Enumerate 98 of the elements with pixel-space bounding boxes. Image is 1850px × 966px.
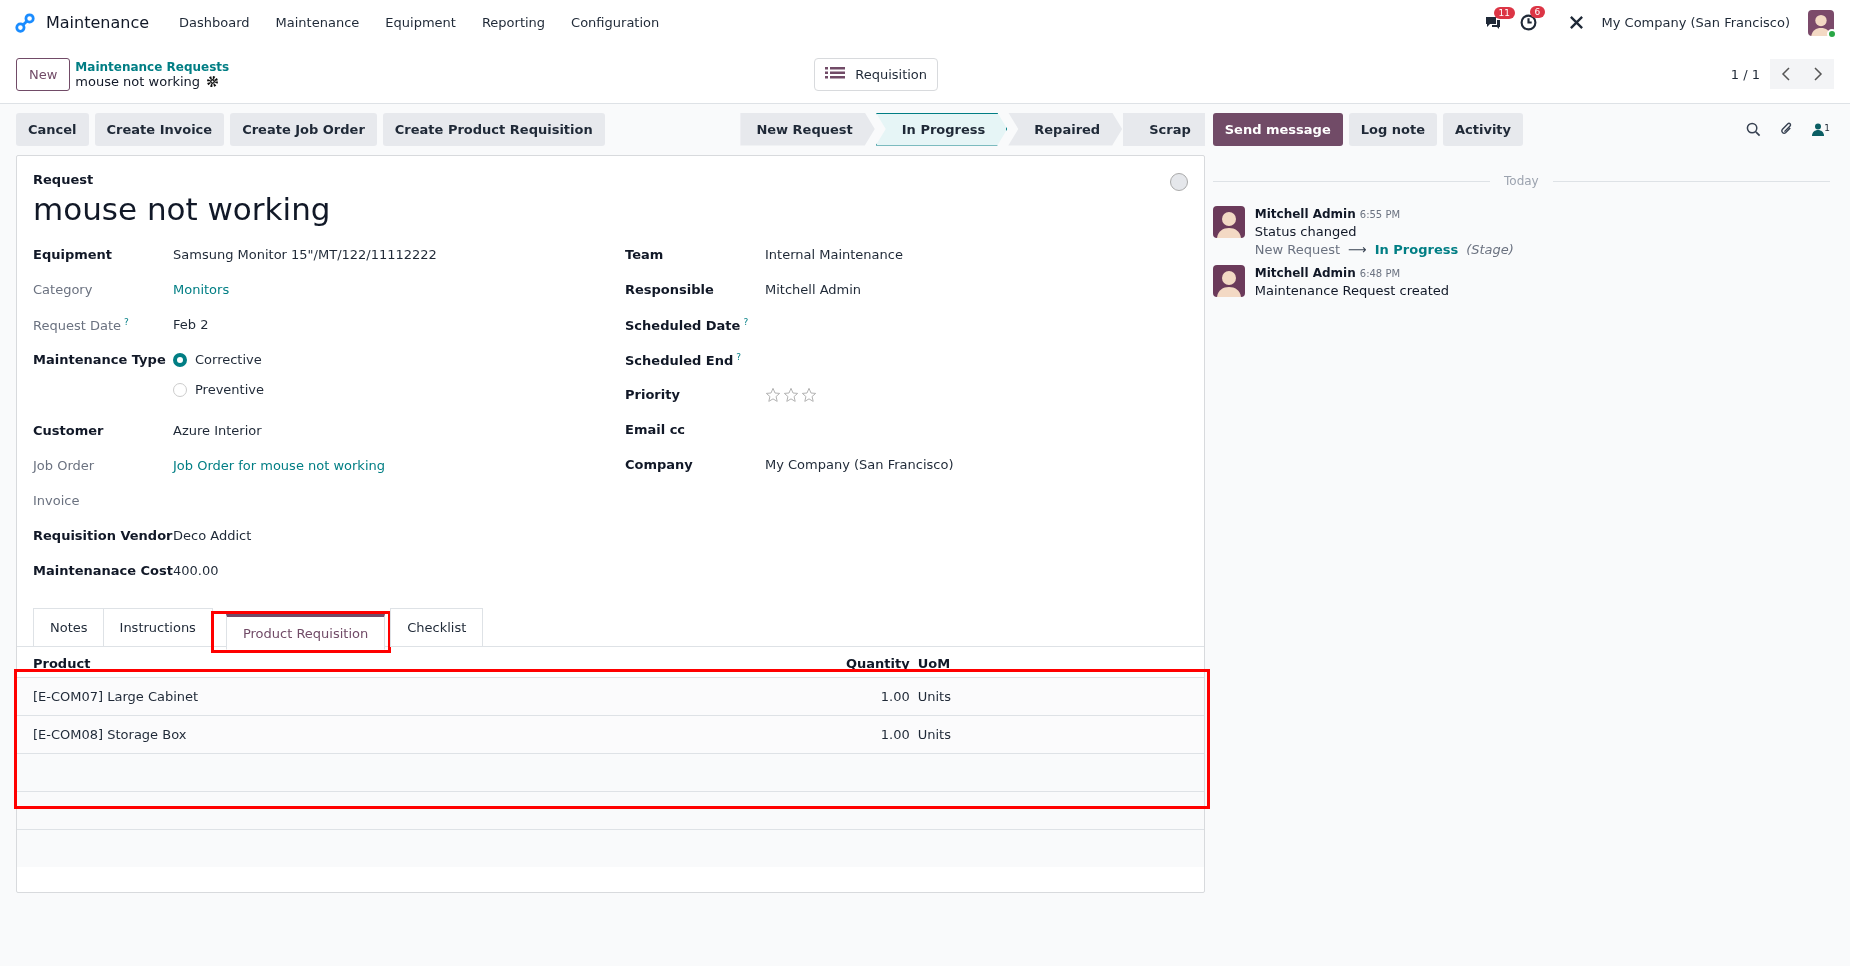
field-label: Requisition Vendor	[33, 528, 173, 543]
user-avatar[interactable]	[1808, 9, 1834, 36]
field-label: Request Date	[33, 318, 121, 334]
notification-badge: 6	[1529, 6, 1546, 18]
table-cell-text: 1.00	[879, 689, 911, 704]
table-cell-text: 1.00	[879, 727, 911, 742]
radio-button[interactable]	[173, 352, 187, 367]
company-switcher[interactable]: My Company (San Francisco)	[1601, 15, 1790, 30]
tracking-old-value: New Request	[1254, 242, 1341, 257]
help-icon[interactable]: ?	[124, 317, 129, 327]
clock-icon[interactable]	[1519, 14, 1537, 31]
tracking-new-value: In Progress	[1374, 242, 1459, 257]
chatter-button[interactable]: Log note	[1348, 112, 1437, 146]
message-body: Status changed	[1254, 224, 1358, 239]
action-button[interactable]: Cancel	[16, 112, 89, 146]
previous-button[interactable]	[1770, 59, 1802, 89]
field-label: Priority	[625, 387, 680, 402]
message-author[interactable]: Mitchell Admin	[1254, 266, 1356, 280]
section-label: Request	[33, 172, 94, 187]
radio-label: Corrective	[195, 352, 262, 367]
field-label: Equipment	[33, 247, 113, 262]
stage-button[interactable]: New Request	[740, 112, 875, 146]
pager-counter: 1 / 1	[1730, 66, 1760, 82]
menu-item[interactable]: Dashboard	[169, 15, 260, 30]
field-label: Responsible	[625, 282, 714, 297]
menu-item[interactable]: Configuration	[561, 15, 670, 30]
radio-label: Preventive	[195, 382, 264, 397]
help-icon[interactable]: ?	[743, 317, 749, 327]
message-time: 6:48 PM	[1359, 268, 1401, 279]
person-icon[interactable]	[1812, 122, 1825, 136]
column-header[interactable]: Product	[33, 656, 818, 671]
table-cell-text: [E-COM08] Storage Box	[33, 727, 188, 742]
next-button[interactable]	[1802, 59, 1834, 89]
search-icon[interactable]	[1746, 121, 1762, 137]
field-value: 400.00	[173, 563, 220, 578]
stage-button[interactable]: Repaired	[1008, 112, 1123, 146]
field-value: Azure Interior	[173, 423, 263, 438]
table-cell-text: Units	[917, 689, 952, 704]
app-logo-icon[interactable]	[14, 11, 36, 34]
breadcrumb-link[interactable]: Maintenance Requests	[75, 59, 230, 74]
new-button[interactable]: New	[16, 57, 71, 91]
field-value: Deco Addict	[173, 528, 253, 543]
avatar-icon	[1212, 206, 1245, 238]
field-label: Maintenance Type	[33, 352, 166, 367]
field-value: Mitchell Admin	[765, 282, 863, 297]
chevron-left-icon	[1781, 67, 1791, 81]
field-value: Internal Maintenance	[765, 247, 904, 262]
menu-item[interactable]: Equipment	[375, 15, 466, 30]
requisition-button[interactable]: Requisition	[814, 57, 939, 91]
stage-button[interactable]: In Progress	[875, 112, 1008, 146]
field-label: Maintenanace Cost	[33, 563, 173, 578]
field-label: Email cc	[625, 422, 686, 437]
action-button[interactable]: Create Product Requisition	[382, 112, 605, 146]
followers-count: 1	[1824, 122, 1830, 133]
column-header[interactable]: UoM	[917, 656, 1188, 671]
message-body: Maintenance Request created	[1254, 283, 1450, 298]
settings-icon[interactable]	[206, 74, 220, 88]
tab[interactable]: Notes	[33, 608, 105, 647]
action-button[interactable]: Create Job Order	[230, 112, 377, 146]
field-label: Customer	[33, 423, 104, 438]
list-icon	[825, 66, 846, 82]
table-cell-text: [E-COM07] Large Cabinet	[33, 689, 200, 704]
chevron-right-icon	[1813, 67, 1823, 81]
notification-badge: 11	[1493, 6, 1515, 19]
menu-item[interactable]: Reporting	[471, 15, 556, 30]
avatar-icon	[1212, 265, 1245, 297]
field-label: Category	[33, 282, 93, 297]
chatter-button[interactable]: Send message	[1212, 112, 1343, 146]
help-icon[interactable]: ?	[736, 352, 742, 362]
menu-item[interactable]: Maintenance	[265, 15, 370, 30]
tracking-field: (Stage)	[1466, 242, 1514, 257]
message-author[interactable]: Mitchell Admin	[1254, 207, 1356, 221]
message-time: 6:55 PM	[1359, 209, 1401, 220]
field-link[interactable]: Monitors	[173, 282, 625, 297]
field-value: Samsung Monitor 15"/MT/122/11112222	[173, 247, 438, 262]
field-label: Company	[625, 457, 693, 472]
chatter-button[interactable]: Activity	[1443, 112, 1524, 146]
action-button[interactable]: Create Invoice	[94, 112, 225, 146]
field-value: Feb 2	[173, 317, 210, 332]
field-link[interactable]: Job Order for mouse not working	[173, 458, 625, 473]
tab[interactable]: Instructions	[102, 608, 213, 647]
date-separator: Today	[1504, 174, 1539, 188]
record-name: mouse not working	[75, 73, 201, 89]
table-cell-text: Units	[917, 727, 952, 742]
field-label: Invoice	[33, 493, 80, 508]
field-label: Scheduled End	[625, 353, 734, 369]
field-label: Scheduled Date	[625, 318, 741, 334]
app-name[interactable]: Maintenance	[46, 13, 150, 32]
column-header[interactable]: Quantity	[817, 656, 918, 671]
record-title: mouse not working	[33, 191, 331, 227]
field-label: Job Order	[33, 458, 95, 473]
chat-icon[interactable]	[1483, 14, 1502, 31]
tab[interactable]: Checklist	[390, 608, 484, 647]
stage-button[interactable]: Scrap	[1123, 112, 1205, 146]
arrow-icon: ⟶	[1348, 242, 1367, 257]
field-label: Team	[625, 247, 664, 262]
tab[interactable]: Product Requisition	[225, 614, 386, 650]
field-value: My Company (San Francisco)	[765, 457, 955, 472]
